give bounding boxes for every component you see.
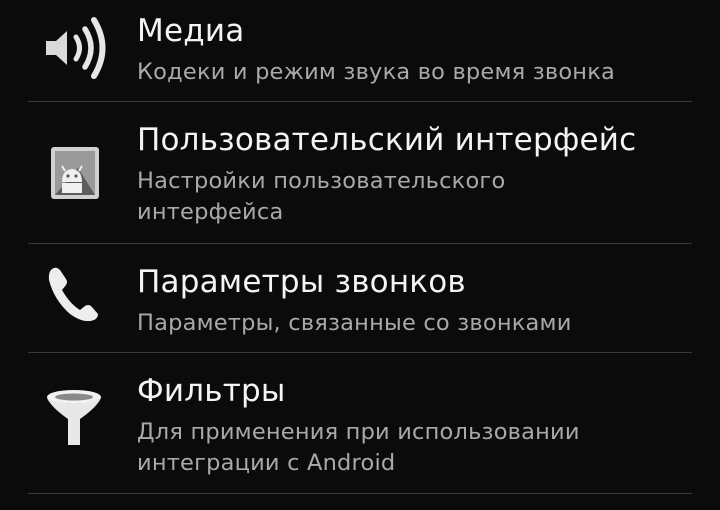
settings-item-subtitle: Для применения при использовании интегра… (137, 419, 580, 476)
filter-icon (40, 385, 108, 453)
settings-item-subtitle: Настройки пользовательского интерфейса (137, 168, 506, 225)
settings-item-title: Медиа (137, 13, 245, 49)
settings-item-media[interactable]: Медиа Кодеки и режим звука во время звон… (0, 0, 720, 100)
settings-item-user-interface[interactable]: Пользовательский интерфейс Настройки пол… (0, 102, 720, 243)
settings-item-title: Пользовательский интерфейс (137, 122, 637, 158)
settings-item-title: Фильтры (137, 373, 286, 409)
speaker-icon (40, 14, 108, 82)
settings-item-title: Параметры звонков (137, 264, 466, 300)
android-app-icon (40, 138, 108, 206)
phone-icon (40, 260, 108, 328)
divider (28, 493, 692, 494)
settings-item-call-settings[interactable]: Параметры звонков Параметры, связанные с… (0, 244, 720, 352)
settings-list: Медиа Кодеки и режим звука во время звон… (0, 0, 720, 510)
settings-item-subtitle: Кодеки и режим звука во время звонка (137, 59, 615, 85)
settings-item-subtitle: Параметры, связанные со звонками (137, 310, 572, 336)
settings-item-filters[interactable]: Фильтры Для применения при использовании… (0, 353, 720, 493)
